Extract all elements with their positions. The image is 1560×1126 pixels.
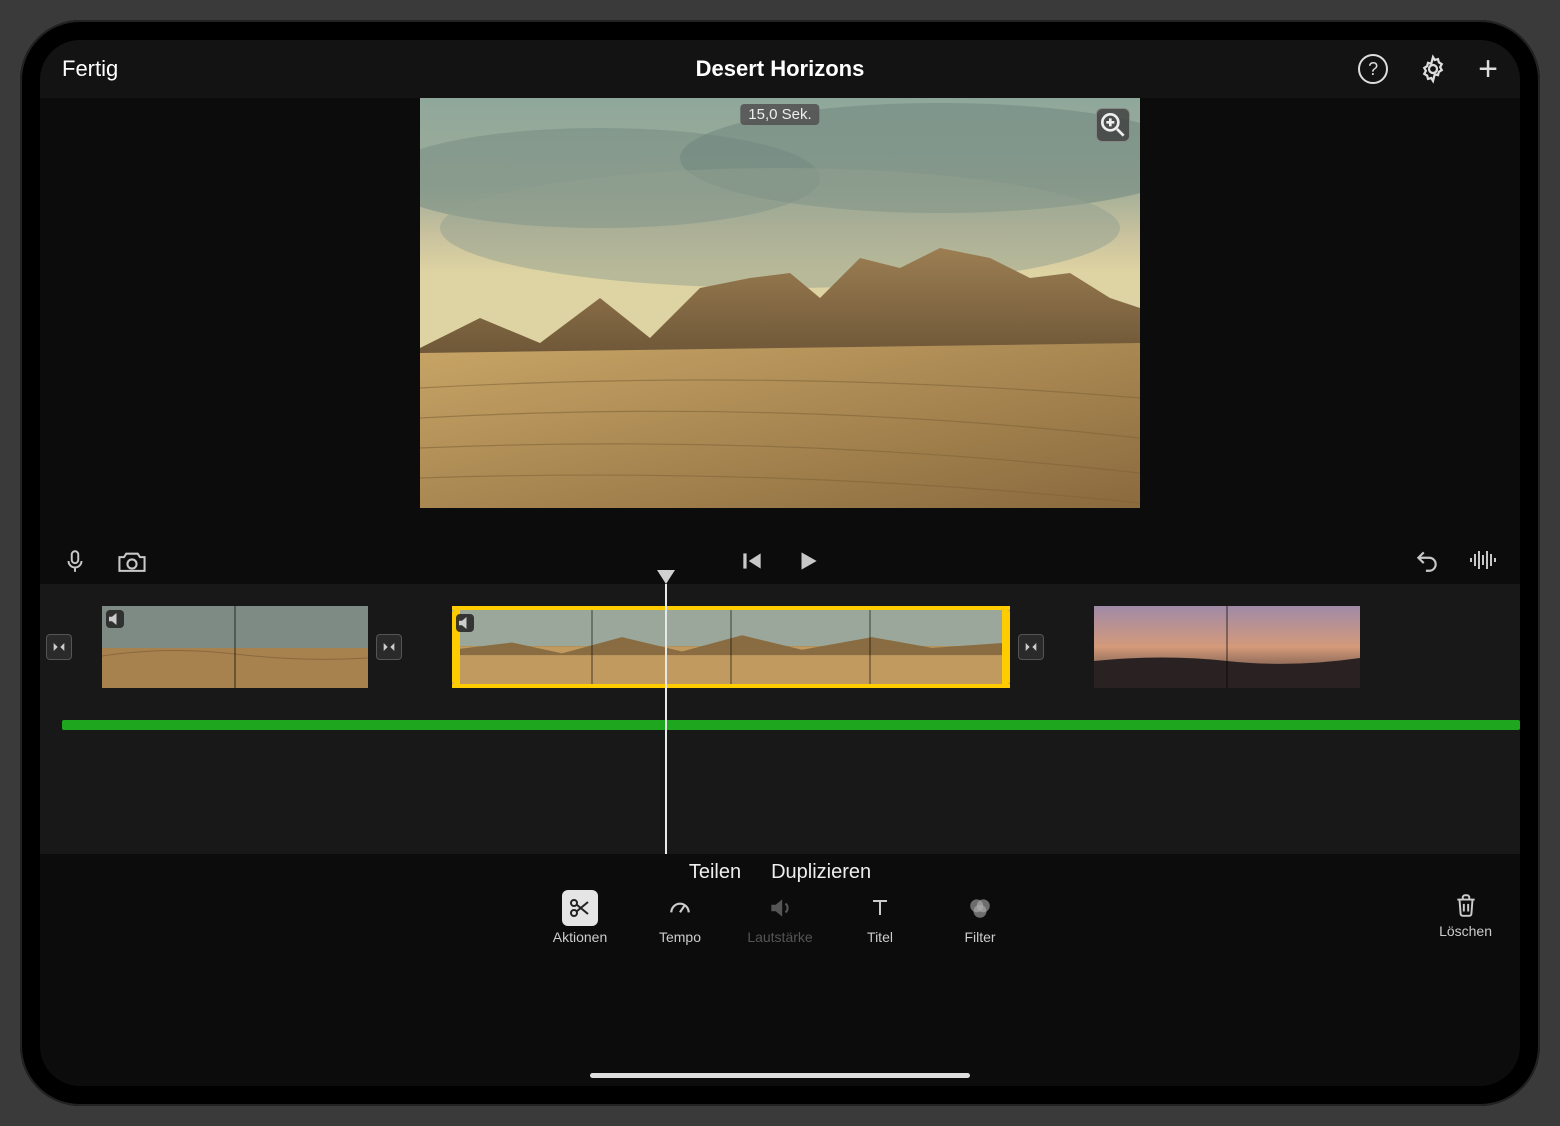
- split-button[interactable]: Teilen: [689, 861, 741, 884]
- filter-circles-icon: [962, 890, 998, 926]
- playhead-marker[interactable]: [657, 570, 675, 584]
- ipad-frame: Fertig Desert Horizons ? +: [20, 20, 1540, 1106]
- tool-filter[interactable]: Filter: [942, 890, 1018, 980]
- microphone-icon[interactable]: [62, 548, 88, 574]
- speedometer-icon: [662, 890, 698, 926]
- transition-icon[interactable]: [1016, 634, 1046, 660]
- trash-icon: [1453, 890, 1479, 920]
- speaker-icon: [456, 614, 474, 632]
- tool-label: Filter: [964, 929, 995, 945]
- tool-lautstaerke: Lautstärke: [742, 890, 818, 980]
- waveform-icon[interactable]: [1468, 548, 1498, 574]
- clips-track: [40, 602, 1520, 692]
- volume-icon: [762, 890, 798, 926]
- project-title: Desert Horizons: [40, 56, 1520, 82]
- clip-actions: Teilen Duplizieren: [40, 854, 1520, 890]
- delete-button[interactable]: Löschen: [1439, 890, 1492, 939]
- app-screen: Fertig Desert Horizons ? +: [40, 40, 1520, 1086]
- tool-label: Titel: [867, 929, 893, 945]
- home-indicator[interactable]: [590, 1073, 970, 1078]
- text-icon: [862, 890, 898, 926]
- trim-handle-right[interactable]: [1002, 610, 1010, 684]
- tool-label: Aktionen: [553, 929, 607, 945]
- preview-area: 15,0 Sek.: [40, 98, 1520, 538]
- tool-tray: Aktionen Tempo Lautstärke: [40, 890, 1520, 980]
- tool-tempo[interactable]: Tempo: [642, 890, 718, 980]
- undo-icon[interactable]: [1414, 548, 1440, 574]
- gear-icon[interactable]: [1418, 54, 1448, 84]
- done-button[interactable]: Fertig: [62, 56, 118, 82]
- scissors-icon: [562, 890, 598, 926]
- tool-aktionen[interactable]: Aktionen: [542, 890, 618, 980]
- tool-titel[interactable]: Titel: [842, 890, 918, 980]
- skip-back-icon[interactable]: [739, 548, 765, 574]
- topbar: Fertig Desert Horizons ? +: [40, 40, 1520, 98]
- plus-icon[interactable]: +: [1478, 52, 1498, 86]
- timeline-clip[interactable]: [102, 606, 368, 688]
- transition-icon[interactable]: [374, 634, 404, 660]
- camera-icon[interactable]: [116, 548, 148, 574]
- help-icon[interactable]: ?: [1358, 54, 1388, 84]
- tools-row: [40, 538, 1520, 584]
- transition-icon[interactable]: [44, 634, 74, 660]
- speaker-icon: [106, 610, 124, 628]
- timeline-clip[interactable]: [1094, 606, 1360, 688]
- tool-label: Lautstärke: [747, 929, 812, 945]
- magnify-plus-icon[interactable]: [1096, 108, 1130, 142]
- tool-label: Tempo: [659, 929, 701, 945]
- tool-label: Löschen: [1439, 923, 1492, 939]
- timeline[interactable]: [40, 584, 1520, 854]
- playhead-line[interactable]: [665, 584, 667, 854]
- timeline-clip-selected[interactable]: [452, 606, 1010, 688]
- video-preview[interactable]: 15,0 Sek.: [420, 98, 1140, 508]
- duplicate-button[interactable]: Duplizieren: [771, 861, 871, 884]
- duration-badge: 15,0 Sek.: [740, 104, 819, 125]
- play-icon[interactable]: [795, 548, 821, 574]
- audio-track[interactable]: [62, 720, 1520, 730]
